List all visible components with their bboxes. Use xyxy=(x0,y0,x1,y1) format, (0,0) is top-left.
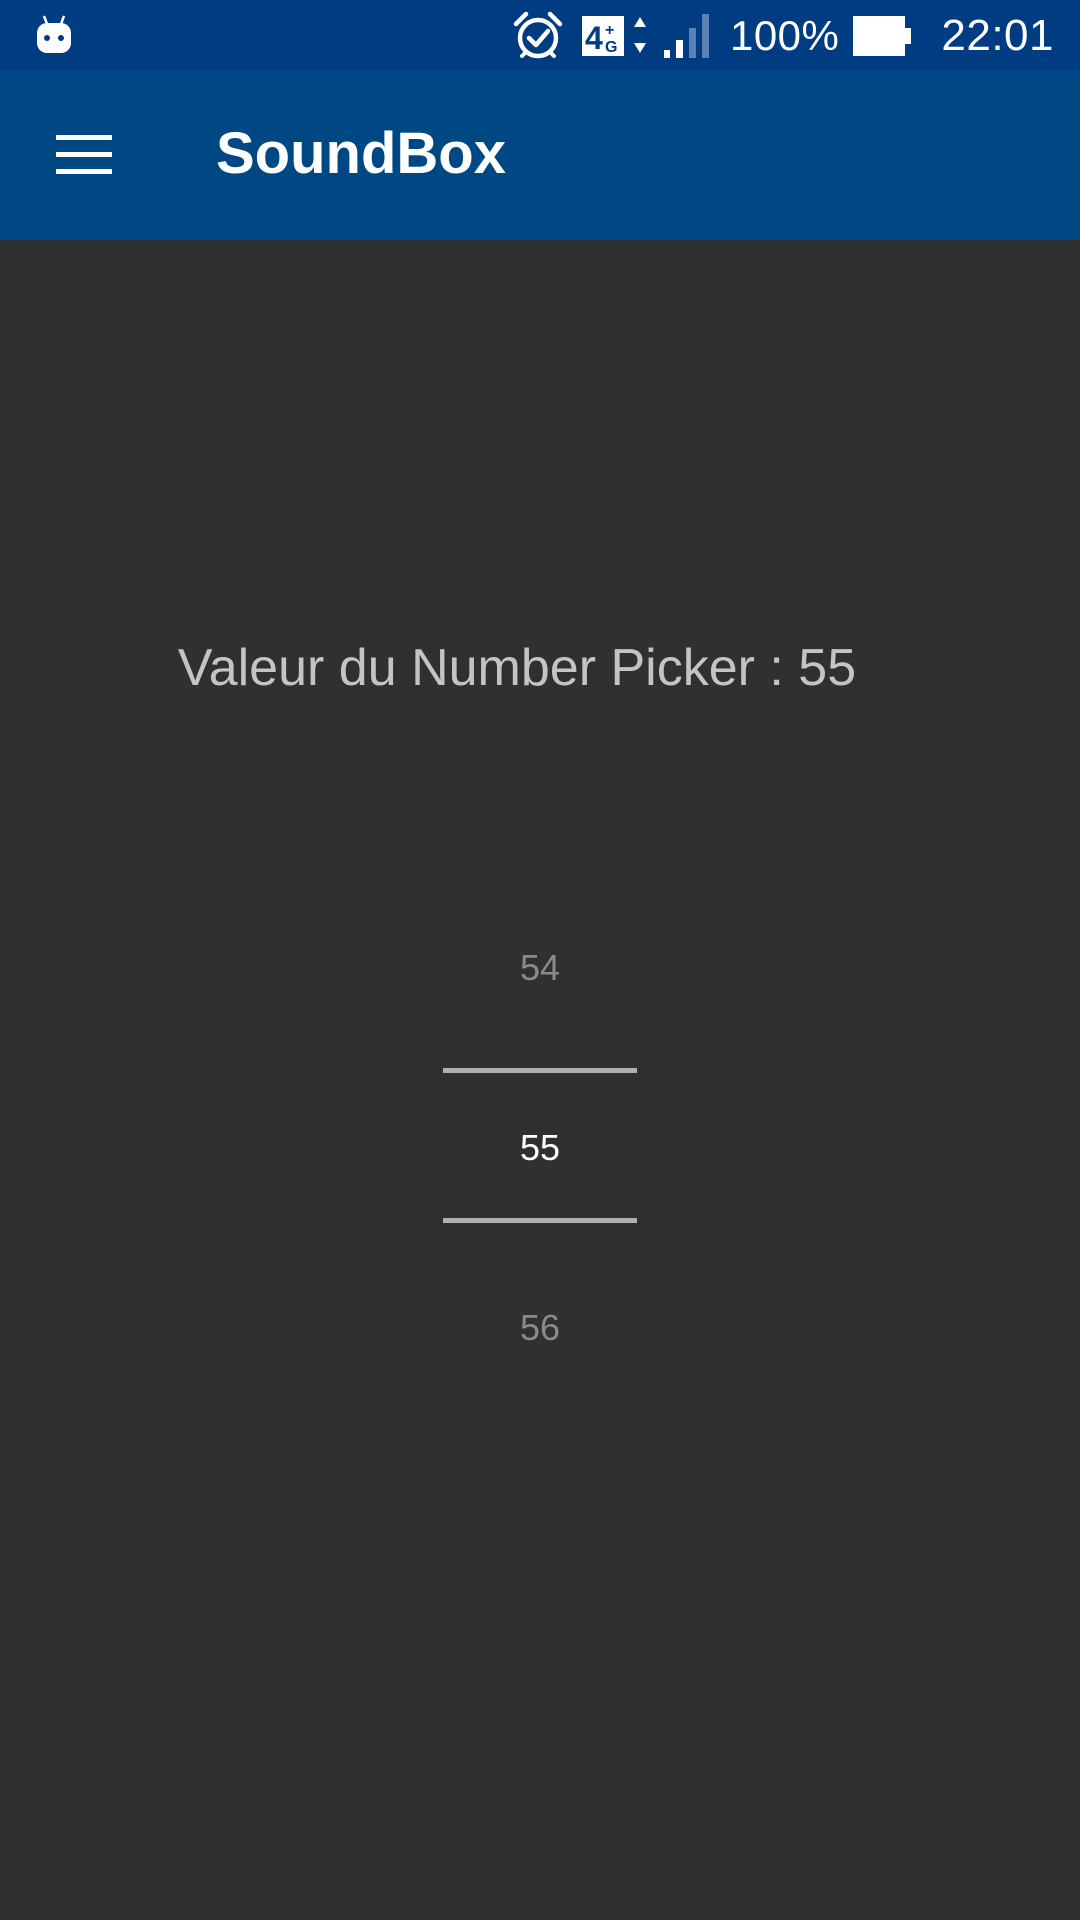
cell-signal-icon xyxy=(662,12,716,60)
status-bar: 4 + G 100% 22:01 xyxy=(0,0,1080,71)
app-title: SoundBox xyxy=(216,121,506,186)
battery-icon xyxy=(853,15,912,56)
picker-value-label: Valeur du Number Picker : 55 xyxy=(177,639,857,697)
app-bar: SoundBox xyxy=(0,71,1080,240)
status-clock: 22:01 xyxy=(941,10,1054,60)
picker-next-value[interactable]: 56 xyxy=(443,1310,637,1346)
screen: 4 + G 100% 22:01 SoundBox Valeur du Numb… xyxy=(0,0,1080,1920)
number-picker[interactable]: 54 55 56 xyxy=(443,900,637,1360)
picker-selected-value[interactable]: 55 xyxy=(443,1130,637,1166)
menu-button[interactable] xyxy=(28,115,140,195)
picker-divider-bottom xyxy=(443,1218,637,1223)
hamburger-menu-icon xyxy=(56,135,112,175)
picker-divider-top xyxy=(443,1068,637,1073)
alarm-clock-icon xyxy=(512,10,564,62)
network-4g-icon: 4 + G xyxy=(581,13,648,59)
android-robot-icon xyxy=(36,14,72,56)
svg-text:+: + xyxy=(605,22,614,39)
svg-text:4: 4 xyxy=(585,20,603,56)
svg-text:G: G xyxy=(605,39,617,56)
picker-previous-value[interactable]: 54 xyxy=(443,950,637,986)
status-icons: 4 + G 100% 22:01 xyxy=(512,0,1054,71)
battery-percentage: 100% xyxy=(729,11,840,59)
